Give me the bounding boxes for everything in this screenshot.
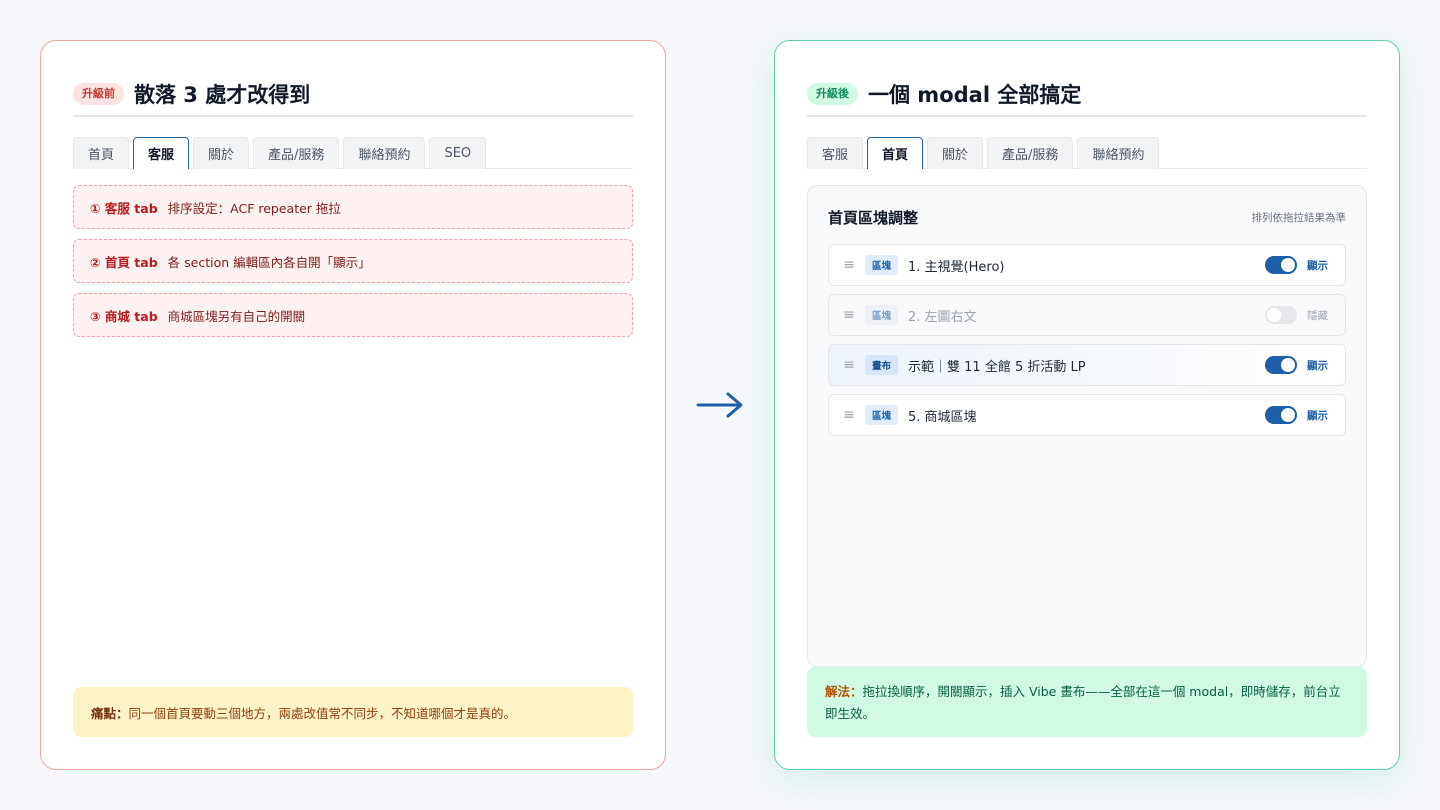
modal-hint: 排列依拖拉結果為準: [1251, 211, 1347, 224]
before-badge: 升級前: [73, 83, 124, 105]
issue-item: ③ 商城 tab 商城區塊另有自己的開關: [73, 293, 633, 337]
section-modal: 首頁區塊調整 排列依拖拉結果為準 ≡ 區塊 1. 主視覺(Hero) 顯示 ≡ …: [807, 185, 1367, 667]
issue-text: 商城區塊另有自己的開關: [167, 308, 306, 324]
section-row[interactable]: ≡ 區塊 1. 主視覺(Hero) 顯示: [828, 244, 1346, 286]
drag-handle-icon[interactable]: ≡: [843, 257, 855, 273]
pain-point-note: 痛點： 同一個首頁要動三個地方，兩處改值常不同步，不知道哪個才是真的。: [73, 687, 633, 737]
modal-title: 首頁區塊調整: [828, 208, 919, 227]
visibility-state: 顯示: [1307, 409, 1328, 422]
visibility-state: 顯示: [1307, 359, 1328, 372]
tab-home[interactable]: 首頁: [867, 137, 924, 169]
visibility-state: 顯示: [1307, 259, 1328, 272]
right-arrow-icon: [696, 392, 743, 418]
section-row[interactable]: ≡ 畫布 示範｜雙 11 全館 5 折活動 LP 顯示: [828, 344, 1346, 386]
tab-products[interactable]: 產品/服務: [253, 137, 340, 169]
issue-item: ② 首頁 tab 各 section 編輯區內各自開「顯示」: [73, 239, 633, 283]
solution-note: 解法：拖拉換順序，開關顯示，插入 Vibe 畫布——全部在這一個 modal，即…: [807, 667, 1367, 737]
section-tag: 區塊: [865, 405, 899, 425]
tab-products[interactable]: 產品/服務: [987, 137, 1074, 169]
issue-number: ③ 商城 tab: [90, 308, 158, 324]
drag-handle-icon[interactable]: ≡: [843, 357, 855, 373]
after-badge: 升級後: [807, 83, 858, 105]
before-panel: 升級前 散落 3 處才改得到 首頁 客服 關於 產品/服務 聯絡預約 SEO ①…: [40, 40, 666, 770]
solution-text: 拖拉換順序，開關顯示，插入 Vibe 畫布——全部在這一個 modal，即時儲存…: [825, 684, 1341, 721]
issue-text: 排序設定：ACF repeater 拖拉: [167, 200, 341, 216]
tab-contact[interactable]: 聯絡預約: [1077, 137, 1160, 169]
visibility-state: 隱藏: [1307, 309, 1328, 322]
issue-list: ① 客服 tab 排序設定：ACF repeater 拖拉 ② 首頁 tab 各…: [73, 185, 633, 337]
before-header: 升級前 散落 3 處才改得到: [73, 73, 633, 117]
issue-text: 各 section 編輯區內各自開「顯示」: [167, 254, 371, 270]
section-tag: 區塊: [865, 255, 899, 275]
before-tabs: 首頁 客服 關於 產品/服務 聯絡預約 SEO: [73, 137, 633, 169]
visibility-toggle[interactable]: [1265, 256, 1297, 274]
modal-header: 首頁區塊調整 排列依拖拉結果為準: [828, 206, 1346, 228]
visibility-toggle[interactable]: [1265, 356, 1297, 374]
section-row[interactable]: ≡ 區塊 2. 左圖右文 隱藏: [828, 294, 1346, 336]
before-title: 散落 3 處才改得到: [134, 83, 311, 107]
pain-text: 同一個首頁要動三個地方，兩處改值常不同步，不知道哪個才是真的。: [128, 705, 517, 721]
after-panel: 升級後 一個 modal 全部搞定 客服 首頁 關於 產品/服務 聯絡預約 首頁…: [774, 40, 1400, 770]
tab-support[interactable]: 客服: [133, 137, 190, 169]
section-row[interactable]: ≡ 區塊 5. 商城區塊 顯示: [828, 394, 1346, 436]
issue-number: ① 客服 tab: [90, 200, 158, 216]
section-list: ≡ 區塊 1. 主視覺(Hero) 顯示 ≡ 區塊 2. 左圖右文 隱藏 ≡ 畫…: [828, 244, 1346, 436]
issue-item: ① 客服 tab 排序設定：ACF repeater 拖拉: [73, 185, 633, 229]
section-label: 5. 商城區塊: [908, 409, 977, 425]
after-title: 一個 modal 全部搞定: [868, 83, 1082, 107]
visibility-toggle[interactable]: [1265, 406, 1297, 424]
tab-contact[interactable]: 聯絡預約: [343, 137, 426, 169]
pain-label: 痛點：: [91, 705, 129, 721]
section-label: 示範｜雙 11 全館 5 折活動 LP: [908, 359, 1086, 375]
section-label: 1. 主視覺(Hero): [908, 259, 1005, 275]
tab-support[interactable]: 客服: [807, 137, 864, 169]
tab-about[interactable]: 關於: [927, 137, 984, 169]
after-tabs: 客服 首頁 關於 產品/服務 聯絡預約: [807, 137, 1367, 169]
after-header: 升級後 一個 modal 全部搞定: [807, 73, 1367, 117]
section-tag: 區塊: [865, 305, 899, 325]
issue-number: ② 首頁 tab: [90, 254, 158, 270]
tab-home[interactable]: 首頁: [73, 137, 130, 169]
section-tag: 畫布: [865, 355, 899, 375]
drag-handle-icon[interactable]: ≡: [843, 307, 855, 323]
section-label: 2. 左圖右文: [908, 309, 977, 325]
drag-handle-icon[interactable]: ≡: [843, 407, 855, 423]
tab-about[interactable]: 關於: [193, 137, 250, 169]
visibility-toggle[interactable]: [1265, 306, 1297, 324]
tab-seo[interactable]: SEO: [429, 137, 487, 169]
solution-label: 解法：: [825, 684, 863, 699]
